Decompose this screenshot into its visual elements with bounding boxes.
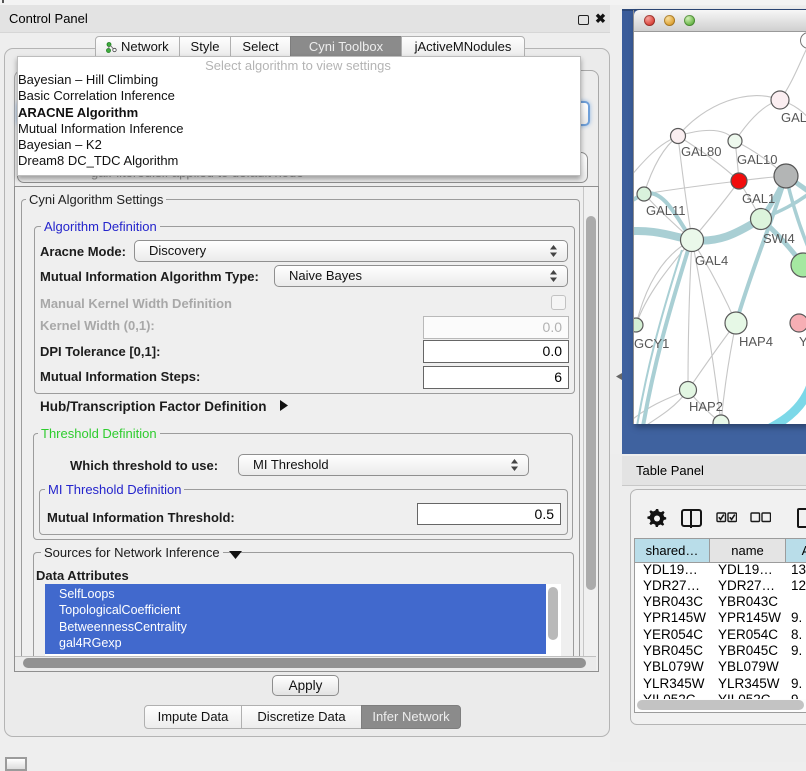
svg-text:Y: Y: [799, 334, 806, 349]
svg-text:HAP4: HAP4: [739, 334, 773, 349]
svg-text:GAL1: GAL1: [742, 191, 775, 206]
svg-text:GAL11: GAL11: [646, 203, 686, 218]
svg-text:GAL7: GAL7: [781, 110, 806, 125]
svg-text:GCY1: GCY1: [634, 336, 669, 351]
svg-text:GAL4: GAL4: [695, 253, 728, 268]
svg-text:GAL10: GAL10: [737, 152, 777, 167]
svg-text:HAP2: HAP2: [689, 399, 723, 414]
svg-text:GAL80: GAL80: [681, 144, 721, 159]
svg-text:SWI4: SWI4: [763, 231, 795, 246]
